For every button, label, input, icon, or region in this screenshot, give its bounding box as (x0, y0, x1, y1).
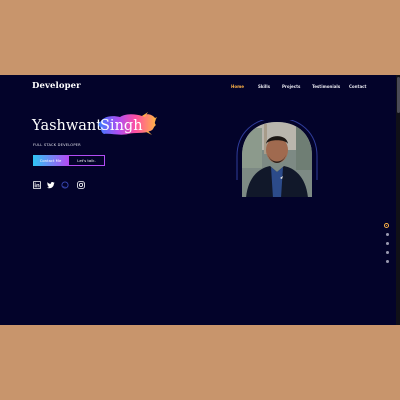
contact-me-button[interactable]: Contact Me (33, 155, 68, 166)
brush-highlight: Singh (98, 110, 158, 140)
nav-contact[interactable]: Contact (349, 84, 366, 89)
nav-projects[interactable]: Projects (282, 84, 300, 89)
top-nav: Home Skills Projects Testimonials Contac… (0, 84, 400, 92)
section-dot-skills[interactable] (386, 233, 389, 236)
section-dot-testimonials[interactable] (386, 251, 389, 254)
hero-role: FULL STACK DEVELOPER (33, 143, 81, 147)
section-dot-home[interactable] (384, 223, 389, 228)
github-icon[interactable] (61, 181, 69, 189)
section-dot-contact[interactable] (386, 260, 389, 263)
section-dots-nav (384, 223, 392, 267)
hero-first-name: Yashwant (32, 118, 103, 134)
linkedin-icon[interactable] (33, 181, 41, 189)
scrollbar-thumb[interactable] (396, 77, 400, 113)
twitter-icon[interactable] (47, 181, 55, 189)
nav-skills[interactable]: Skills (258, 84, 270, 89)
scrollbar[interactable] (396, 75, 400, 325)
lets-talk-button[interactable]: Let's talk. (68, 155, 105, 166)
nav-testimonials[interactable]: Testimonials (312, 84, 340, 89)
nav-home[interactable]: Home (231, 84, 244, 89)
instagram-icon[interactable] (77, 181, 85, 189)
portfolio-page: Developer Home Skills Projects Testimoni… (0, 75, 400, 325)
section-dot-projects[interactable] (386, 242, 389, 245)
profile-photo (236, 120, 318, 198)
hero-last-name: Singh (100, 118, 143, 134)
